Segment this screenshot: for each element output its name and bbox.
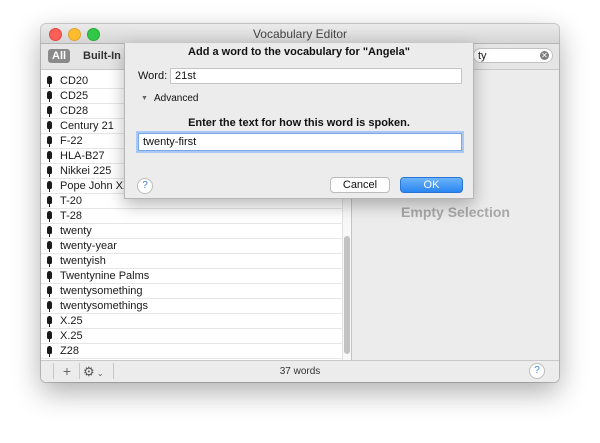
microphone-icon (47, 346, 52, 357)
sheet-title: Add a word to the vocabulary for "Angela… (188, 46, 410, 58)
microphone-icon (47, 241, 52, 252)
microphone-icon (47, 151, 52, 162)
list-item-label: T-28 (60, 210, 83, 222)
microphone-icon (47, 316, 52, 327)
list-item-label: CD20 (60, 75, 89, 87)
advanced-toggle[interactable]: Advanced (154, 93, 198, 104)
list-item-label: HLA-B27 (60, 150, 105, 162)
list-item[interactable]: twentyish (41, 254, 342, 269)
list-item-label: F-22 (60, 135, 83, 147)
microphone-icon (47, 181, 52, 192)
list-item-label: X.25 (60, 330, 83, 342)
microphone-icon (47, 106, 52, 117)
list-item-label: twentyish (60, 255, 106, 267)
list-item-label: Twentynine Palms (60, 270, 150, 282)
list-item[interactable]: twenty (41, 224, 342, 239)
list-item-label: Century 21 (60, 120, 114, 132)
list-item-label: CD25 (60, 90, 89, 102)
list-item[interactable]: twentysomethings (41, 299, 342, 314)
search-field[interactable]: ty ✕ (473, 48, 553, 63)
list-item[interactable]: Twentynine Palms (41, 269, 342, 284)
list-item-label: Z28 (60, 345, 79, 357)
empty-selection-label: Empty Selection (401, 204, 510, 220)
microphone-icon (47, 136, 52, 147)
list-item-label: Pope John XXI (60, 180, 134, 192)
microphone-icon (47, 256, 52, 267)
list-item[interactable]: Z28 (41, 344, 342, 359)
list-item[interactable]: twenty-year (41, 239, 342, 254)
help-icon[interactable]: ? (137, 178, 153, 194)
help-icon[interactable]: ? (529, 363, 545, 379)
clear-search-icon[interactable]: ✕ (540, 51, 549, 60)
list-item-label: twentysomething (60, 285, 143, 297)
list-item-label: twentysomethings (60, 300, 149, 312)
microphone-icon (47, 271, 52, 282)
microphone-icon (47, 226, 52, 237)
list-item[interactable]: T-28 (41, 209, 342, 224)
list-item-label: twenty (60, 225, 92, 237)
list-item-label: Nikkei 225 (60, 165, 112, 177)
microphone-icon (47, 91, 52, 102)
list-item-label: CD28 (60, 105, 89, 117)
list-item[interactable]: X.25 (41, 329, 342, 344)
list-item[interactable]: twentysomething (41, 284, 342, 299)
add-word-sheet: Add a word to the vocabulary for "Angela… (124, 43, 474, 199)
title-bar: Vocabulary Editor (41, 24, 559, 44)
list-item-label: T-20 (60, 195, 83, 207)
microphone-icon (47, 121, 52, 132)
spoken-text-field[interactable]: twenty-first (138, 133, 462, 151)
word-count: 37 words (279, 366, 321, 377)
bottom-bar: + ⚙ ⌄ 37 words ? (41, 360, 559, 382)
microphone-icon (47, 166, 52, 177)
ok-button[interactable]: OK (400, 177, 463, 193)
list-item[interactable]: X.25 (41, 314, 342, 329)
microphone-icon (47, 301, 52, 312)
microphone-icon (47, 76, 52, 87)
scope-builtin-button[interactable]: Built-In (79, 49, 125, 63)
search-value: ty (478, 50, 487, 62)
spoken-prompt: Enter the text for how this word is spok… (188, 117, 410, 129)
list-item-label: X.25 (60, 315, 83, 327)
scope-all-button[interactable]: All (48, 49, 71, 63)
microphone-icon (47, 196, 52, 207)
microphone-icon (47, 286, 52, 297)
window-title: Vocabulary Editor (252, 27, 348, 41)
cancel-button[interactable]: Cancel (330, 177, 390, 193)
microphone-icon (47, 331, 52, 342)
scroll-thumb[interactable] (344, 236, 350, 354)
microphone-icon (47, 211, 52, 222)
disclosure-triangle-icon[interactable]: ▼ (141, 95, 148, 102)
list-item-label: twenty-year (60, 240, 117, 252)
word-field[interactable]: 21st (170, 68, 462, 84)
word-label: Word: (138, 70, 168, 82)
